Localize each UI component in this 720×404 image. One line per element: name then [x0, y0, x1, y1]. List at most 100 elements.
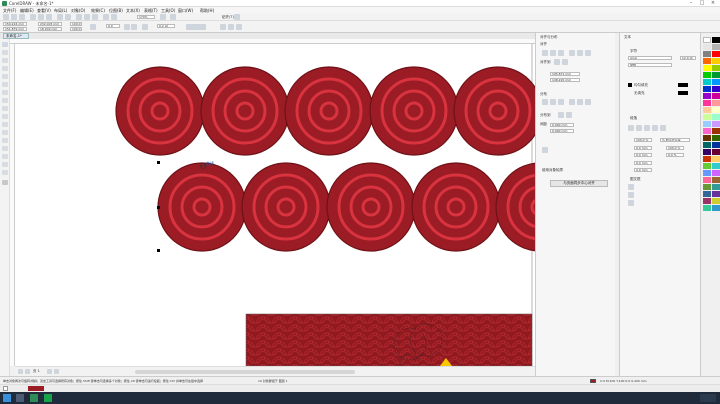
palette-swatch[interactable]	[703, 93, 711, 99]
coreldraw-taskbar-icon[interactable]	[30, 394, 38, 402]
palette-swatch[interactable]	[703, 128, 711, 134]
horizontal-scrollbar[interactable]	[135, 370, 355, 374]
last-page-icon[interactable]	[54, 369, 59, 374]
export-icon[interactable]	[92, 14, 98, 20]
app-taskbar-icon[interactable]	[44, 394, 52, 402]
frame-section-label[interactable]: 图文框	[630, 177, 641, 182]
no-color-swatch[interactable]	[3, 386, 8, 391]
save-icon[interactable]	[19, 14, 25, 20]
scale-x-field[interactable]: 100.0	[70, 22, 82, 26]
target-circle[interactable]	[453, 66, 535, 156]
indent-left-field[interactable]: 0.0 mm	[634, 153, 652, 157]
height-field[interactable]: 18.209 mm	[38, 27, 62, 31]
rotation-angle-field[interactable]: 0.0	[106, 24, 120, 28]
align-to-page-icon[interactable]	[562, 59, 568, 65]
palette-swatch[interactable]	[712, 156, 720, 162]
next-page-icon[interactable]	[47, 369, 52, 374]
font-select[interactable]: Arial	[628, 56, 672, 60]
align-x-field[interactable]: 195.871 mm	[550, 72, 580, 76]
pick-tool-icon[interactable]	[2, 42, 8, 47]
palette-swatch[interactable]	[703, 107, 711, 113]
fill-type-1[interactable]: 均匀填充	[634, 83, 648, 88]
spacing-h-field[interactable]: 0.000 mm	[550, 123, 574, 127]
new-icon[interactable]	[3, 14, 9, 20]
align-y-field[interactable]: 148.220 mm	[550, 78, 580, 82]
selection-handle[interactable]	[157, 161, 160, 164]
palette-swatch[interactable]	[703, 156, 711, 162]
palette-swatch[interactable]	[703, 86, 711, 92]
rulers-icon[interactable]	[170, 14, 176, 20]
char-spacing-field[interactable]: 100.0 %	[666, 146, 684, 150]
copy-icon[interactable]	[38, 14, 44, 20]
text-align-right-icon[interactable]	[652, 125, 658, 131]
minimize-icon[interactable]: –	[686, 0, 696, 7]
x-position-field[interactable]: 150.224 mm	[3, 22, 27, 26]
drop-shadow-icon[interactable]	[2, 138, 8, 143]
palette-swatch[interactable]	[703, 100, 711, 106]
palette-swatch[interactable]	[703, 205, 711, 211]
lock-ratio-icon[interactable]	[90, 24, 96, 30]
palette-swatch[interactable]	[712, 107, 720, 113]
start-icon[interactable]	[3, 394, 11, 402]
palette-swatch[interactable]	[712, 72, 720, 78]
y-position-field[interactable]: 151.879 mm	[3, 27, 27, 31]
text-justify-icon[interactable]	[660, 125, 666, 131]
palette-swatch[interactable]	[703, 58, 711, 64]
group-icon[interactable]	[142, 24, 148, 30]
target-circle[interactable]	[157, 162, 247, 252]
distribute-left-icon[interactable]	[542, 99, 548, 105]
line-spacing-field[interactable]: 100.0 %	[634, 138, 652, 142]
wave-pattern-band[interactable]	[245, 313, 533, 366]
columns-icon[interactable]	[628, 192, 634, 198]
connector-tool-icon[interactable]	[2, 130, 8, 135]
ellipse-tool-icon[interactable]	[2, 98, 8, 103]
document-color-swatch[interactable]	[28, 386, 44, 391]
palette-swatch[interactable]	[712, 170, 720, 176]
palette-swatch[interactable]	[712, 142, 720, 148]
target-circle[interactable]	[326, 162, 416, 252]
app-launcher-icon[interactable]	[111, 14, 117, 20]
undo-icon[interactable]	[57, 14, 63, 20]
freehand-tool-icon[interactable]	[2, 74, 8, 79]
palette-swatch[interactable]	[712, 198, 720, 204]
spacing-unit-select[interactable]: % 的字符高度	[660, 138, 690, 142]
align-top-icon[interactable]	[569, 50, 575, 56]
palette-swatch[interactable]	[712, 177, 720, 183]
palette-swatch[interactable]	[712, 163, 720, 169]
open-icon[interactable]	[11, 14, 17, 20]
palette-swatch[interactable]	[712, 191, 720, 197]
palette-swatch[interactable]	[703, 65, 711, 71]
palette-swatch[interactable]	[703, 149, 711, 155]
prev-page-icon[interactable]	[25, 369, 30, 374]
crop-tool-icon[interactable]	[2, 58, 8, 63]
fill-type-2[interactable]: 无填充	[634, 91, 645, 96]
palette-swatch[interactable]	[703, 142, 711, 148]
selection-handle[interactable]	[157, 206, 160, 209]
palette-swatch[interactable]	[712, 184, 720, 190]
target-circle[interactable]	[200, 66, 290, 156]
shape-tool-icon[interactable]	[2, 50, 8, 55]
palette-swatch[interactable]	[712, 114, 720, 120]
fill-status-swatch[interactable]	[590, 379, 596, 383]
paragraph-section-label[interactable]: 段落	[630, 116, 637, 121]
palette-swatch[interactable]	[712, 37, 720, 43]
align-to-page-center-button[interactable]: 与页面同步中心对齐	[550, 180, 608, 187]
settings-icon[interactable]	[234, 14, 240, 20]
character-section-label[interactable]: 字符	[630, 49, 637, 54]
palette-swatch[interactable]	[703, 163, 711, 169]
target-circle[interactable]	[284, 66, 374, 156]
palette-swatch[interactable]	[703, 72, 711, 78]
palette-swatch[interactable]	[703, 37, 711, 43]
selection-handle[interactable]	[157, 249, 160, 252]
palette-swatch[interactable]	[703, 191, 711, 197]
palette-swatch[interactable]	[712, 51, 720, 57]
palette-swatch[interactable]	[712, 205, 720, 211]
align-to-object-icon[interactable]	[554, 59, 560, 65]
distribute-center-icon[interactable]	[550, 99, 556, 105]
maximize-icon[interactable]: □	[697, 0, 707, 7]
eyedropper-icon[interactable]	[2, 154, 8, 159]
align-left-icon[interactable]	[542, 50, 548, 56]
outline-width-field[interactable]: 0.2 pt	[157, 24, 175, 28]
polygon-tool-icon[interactable]	[2, 106, 8, 111]
use-outline-label[interactable]: 使用对象轮廓	[542, 168, 563, 173]
